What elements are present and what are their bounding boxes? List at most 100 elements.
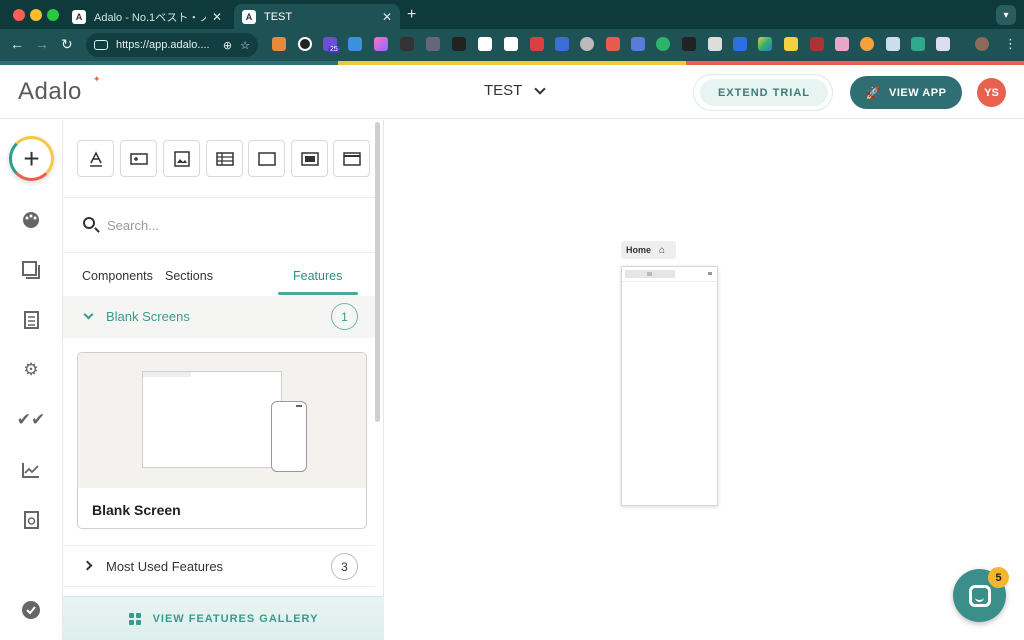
extension-gradient-icon[interactable] (374, 37, 388, 51)
chevron-right-icon (82, 560, 93, 571)
extension-shield-icon[interactable] (733, 37, 747, 51)
image-component-icon[interactable] (163, 140, 200, 177)
user-avatar[interactable]: YS (977, 78, 1006, 107)
chevron-down-icon (83, 309, 94, 320)
browser-tab-bar: A Adalo - No.1ベスト・ノーコード ✕ A TEST ✕ + ▾ (0, 0, 1024, 29)
extension-circle-icon[interactable] (298, 37, 312, 51)
versions-icon[interactable] (20, 509, 42, 531)
extension-blue-icon[interactable] (555, 37, 569, 51)
view-features-gallery-button[interactable]: VIEW FEATURES GALLERY (63, 596, 384, 640)
maximize-window-button[interactable] (47, 9, 59, 21)
panel-scrollbar[interactable] (375, 122, 380, 422)
section-title: Blank Screens (106, 309, 190, 324)
extension-phone-icon[interactable] (682, 37, 696, 51)
extension-puzzle-icon[interactable] (936, 37, 950, 51)
extension-cloud-icon[interactable] (886, 37, 900, 51)
extension-orange-icon[interactable] (860, 37, 874, 51)
desktop-screen-illustration (142, 371, 282, 468)
zoom-icon[interactable]: ⊕ (223, 39, 232, 52)
extension-download-icon[interactable] (348, 37, 362, 51)
view-app-button[interactable]: 🚀 VIEW APP (850, 76, 962, 109)
list-component-icon[interactable] (206, 140, 243, 177)
extension-red-icon[interactable] (530, 37, 544, 51)
adalo-favicon-icon: A (242, 9, 256, 24)
app-bar-component-icon[interactable] (333, 140, 370, 177)
extension-script-icon[interactable] (400, 37, 414, 51)
extension-diamond-icon[interactable] (758, 37, 772, 51)
panel-tabs: Components Sections Features (63, 262, 375, 296)
tab-features[interactable]: Features (293, 269, 342, 283)
home-screen-frame[interactable] (621, 266, 718, 506)
card-component-icon[interactable] (291, 140, 328, 177)
text-component-icon[interactable] (77, 140, 114, 177)
app-switcher[interactable]: TEST (484, 82, 547, 99)
tab-search-chevron-icon[interactable]: ▾ (996, 5, 1016, 25)
profile-avatar-icon[interactable] (975, 37, 989, 51)
rectangle-component-icon[interactable] (248, 140, 285, 177)
card-title: Blank Screen (92, 502, 181, 518)
settings-gear-icon[interactable]: ⚙ (20, 359, 42, 381)
minimize-window-button[interactable] (30, 9, 42, 21)
publish-check-icon[interactable]: ✔✔ (17, 409, 46, 431)
extension-grey-icon[interactable] (580, 37, 594, 51)
extension-w-icon[interactable] (784, 37, 798, 51)
extension-pink-icon[interactable] (835, 37, 849, 51)
close-window-button[interactable] (13, 9, 25, 21)
blank-screen-card[interactable]: Blank Screen (77, 352, 367, 529)
adalo-logo[interactable]: Adalo ✦ (18, 74, 101, 106)
reload-icon[interactable]: ↻ (61, 36, 73, 53)
view-app-label: VIEW APP (889, 86, 947, 99)
extension-x-icon[interactable] (504, 37, 518, 51)
section-count-badge: 3 (331, 553, 358, 580)
extension-green-icon[interactable] (656, 37, 670, 51)
verified-badge-icon[interactable] (20, 599, 42, 621)
tab-title: Adalo - No.1ベスト・ノーコード (94, 11, 206, 24)
extension-pen-icon[interactable] (708, 37, 722, 51)
url-text: https://app.adalo.... (116, 39, 210, 51)
new-tab-button[interactable]: + (407, 6, 416, 24)
address-bar[interactable]: https://app.adalo.... ⊕ ☆ (86, 33, 258, 57)
screens-icon[interactable] (20, 259, 42, 281)
logo-text: Adalo (18, 78, 82, 105)
extension-m-icon[interactable] (911, 37, 925, 51)
chat-bubble-icon (968, 584, 991, 607)
input-component-icon[interactable] (120, 140, 157, 177)
forward-arrow-icon[interactable]: → (35, 36, 49, 52)
section-count-badge: 1 (331, 303, 358, 330)
extension-fox-icon[interactable] (272, 37, 286, 51)
section-blank-screens[interactable]: Blank Screens 1 (63, 296, 375, 338)
search-input[interactable] (107, 214, 347, 236)
chevron-down-icon (534, 82, 547, 95)
site-info-icon[interactable] (94, 40, 108, 50)
browser-tab-test[interactable]: A TEST ✕ (234, 4, 400, 29)
help-notification-badge: 5 (988, 567, 1009, 588)
extension-hat-icon[interactable] (452, 37, 466, 51)
browser-tab-adalo[interactable]: A Adalo - No.1ベスト・ノーコード ✕ (64, 4, 230, 29)
back-arrow-icon[interactable]: ← (10, 36, 24, 52)
extension-arrow-icon[interactable] (606, 37, 620, 51)
screen-label-home[interactable]: Home ⌂ (621, 241, 676, 259)
extension-a-icon[interactable] (631, 37, 645, 51)
close-tab-icon[interactable]: ✕ (382, 10, 392, 24)
extension-send-icon[interactable] (478, 37, 492, 51)
extend-trial-button[interactable]: EXTEND TRIAL (700, 79, 828, 106)
gallery-label: VIEW FEATURES GALLERY (152, 612, 319, 625)
tab-title: TEST (264, 10, 293, 23)
database-icon[interactable] (20, 309, 42, 331)
close-tab-icon[interactable]: ✕ (212, 10, 222, 24)
rocket-icon: 🚀 (865, 85, 882, 100)
analytics-icon[interactable] (20, 459, 42, 481)
section-title: Most Used Features (106, 559, 224, 574)
extension-dark-red-icon[interactable] (810, 37, 824, 51)
add-component-button[interactable]: + (9, 136, 54, 181)
tab-components[interactable]: Components (82, 269, 153, 283)
logo-spark-icon: ✦ (93, 74, 102, 84)
section-most-used-features[interactable]: Most Used Features 3 (63, 545, 375, 587)
tab-sections[interactable]: Sections (165, 269, 213, 283)
component-search (63, 197, 375, 253)
extension-badge-count: 25 (328, 46, 340, 53)
palette-icon[interactable] (20, 209, 42, 231)
bookmark-star-icon[interactable]: ☆ (240, 39, 250, 52)
browser-menu-icon[interactable]: ⋮ (1004, 36, 1017, 52)
extension-mic-icon[interactable] (426, 37, 440, 51)
